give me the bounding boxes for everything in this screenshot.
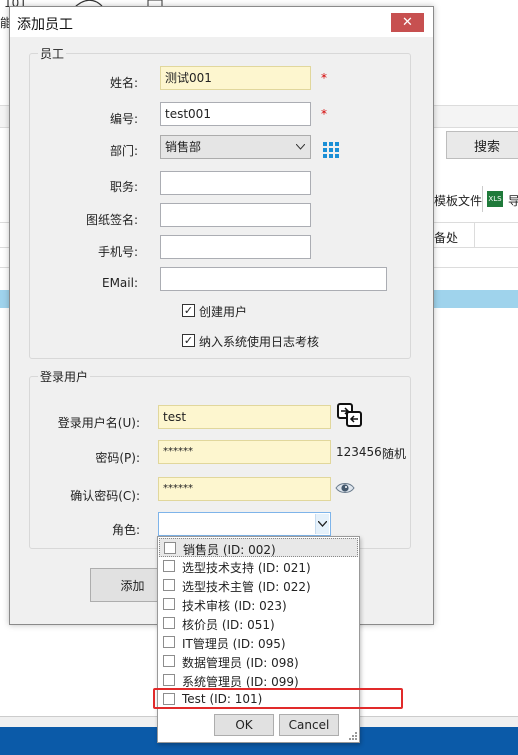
code-required-mark: * <box>321 107 327 121</box>
role-option-label: 选型技术支持 (ID: 021) <box>182 561 311 575</box>
export-button-fragment[interactable]: 导 <box>508 192 518 209</box>
role-option-checkbox[interactable] <box>163 598 175 610</box>
role-dropdown-popup: 销售员 (ID: 002) 选型技术支持 (ID: 021) 选型技术主管 (I… <box>157 536 360 743</box>
password-hint: 123456 <box>336 445 382 459</box>
dialog-title: 添加员工 <box>17 17 73 33</box>
role-option[interactable]: 选型技术主管 (ID: 022) <box>159 576 358 595</box>
role-option[interactable]: 数据管理员 (ID: 098) <box>159 652 358 671</box>
role-option[interactable]: 销售员 (ID: 002) <box>159 538 358 557</box>
role-option-label: 核价员 (ID: 051) <box>182 618 275 632</box>
phone-label: 手机号: <box>97 245 138 259</box>
grid-column-divider <box>474 222 475 248</box>
drawing-signature-label: 图纸签名: <box>85 213 138 227</box>
user-lookup-icon[interactable] <box>337 403 363 429</box>
role-option[interactable]: IT管理员 (ID: 095) <box>159 633 358 652</box>
role-option-checkbox[interactable] <box>164 542 176 554</box>
excel-icon[interactable]: XLS <box>487 191 503 207</box>
grid-column-header[interactable]: 备处 <box>434 229 458 246</box>
role-option-checkbox[interactable] <box>163 655 175 667</box>
role-option[interactable]: 选型技术支持 (ID: 021) <box>159 557 358 576</box>
confirm-password-input[interactable]: ****** <box>158 477 331 501</box>
role-option-label: 销售员 (ID: 002) <box>183 543 276 557</box>
name-label: 姓名: <box>109 76 138 90</box>
password-label: 密码(P): <box>95 451 140 465</box>
ok-button[interactable]: OK <box>214 714 274 736</box>
search-button[interactable]: 搜索 <box>446 131 518 159</box>
role-option-checkbox[interactable] <box>163 674 175 686</box>
role-option-checkbox[interactable] <box>163 636 175 648</box>
log-review-label[interactable]: 纳入系统使用日志考核 <box>199 333 319 350</box>
department-picker-grid-icon[interactable] <box>323 142 339 158</box>
add-employee-dialog: 添加员工 ✕ 员工 姓名: 测试001 * 编号: test001 * 部门: … <box>9 6 434 625</box>
role-label: 角色: <box>111 523 140 537</box>
email-input[interactable] <box>160 267 387 291</box>
show-password-eye-icon[interactable] <box>335 481 355 495</box>
department-value: 销售部 <box>165 140 202 154</box>
role-option-label: IT管理员 (ID: 095) <box>182 637 286 651</box>
department-label: 部门: <box>109 144 138 158</box>
cancel-button[interactable]: Cancel <box>279 714 339 736</box>
resize-grip-icon[interactable] <box>348 731 358 741</box>
employee-group-title: 员工 <box>38 45 67 62</box>
create-user-label[interactable]: 创建用户 <box>199 303 247 320</box>
role-option-label: 数据管理员 (ID: 098) <box>182 656 299 670</box>
name-required-mark: * <box>321 71 327 85</box>
role-option-checkbox[interactable] <box>163 617 175 629</box>
chevron-down-icon <box>318 521 327 527</box>
job-title-label: 职务: <box>109 180 138 194</box>
chevron-down-icon <box>296 144 305 150</box>
code-label: 编号: <box>109 112 138 126</box>
password-input[interactable]: ****** <box>158 440 331 464</box>
role-option[interactable]: 技术审核 (ID: 023) <box>159 595 358 614</box>
role-option-label: 技术审核 (ID: 023) <box>182 599 287 613</box>
role-option[interactable]: 核价员 (ID: 051) <box>159 614 358 633</box>
department-select[interactable]: 销售部 <box>160 135 311 159</box>
role-option-checkbox[interactable] <box>163 560 175 572</box>
username-input[interactable]: test <box>158 405 331 429</box>
role-dropdown-toggle[interactable] <box>315 514 329 534</box>
job-title-input[interactable] <box>160 171 311 195</box>
code-input[interactable]: test001 <box>160 102 311 126</box>
template-file-button[interactable]: 模板文件 <box>434 189 482 211</box>
username-label: 登录用户名(U): <box>57 416 140 430</box>
create-user-checkbox[interactable]: ✓ <box>182 304 195 317</box>
log-review-checkbox[interactable]: ✓ <box>182 334 195 347</box>
close-icon: ✕ <box>402 15 413 30</box>
drawing-signature-input[interactable] <box>160 203 311 227</box>
confirm-password-label: 确认密码(C): <box>70 489 140 503</box>
login-user-group-title: 登录用户 <box>38 368 91 385</box>
close-button[interactable]: ✕ <box>391 13 424 32</box>
role-option-label: 选型技术主管 (ID: 022) <box>182 580 311 594</box>
phone-input[interactable] <box>160 235 311 259</box>
highlight-annotation-box <box>153 688 403 709</box>
toolbar-divider <box>482 186 483 212</box>
role-option-checkbox[interactable] <box>163 579 175 591</box>
email-label: EMail: <box>102 276 138 290</box>
dialog-titlebar[interactable]: 添加员工 ✕ <box>10 7 433 37</box>
role-select[interactable] <box>158 512 331 536</box>
random-password-button[interactable]: 随机 <box>382 445 406 462</box>
name-input[interactable]: 测试001 <box>160 66 311 90</box>
